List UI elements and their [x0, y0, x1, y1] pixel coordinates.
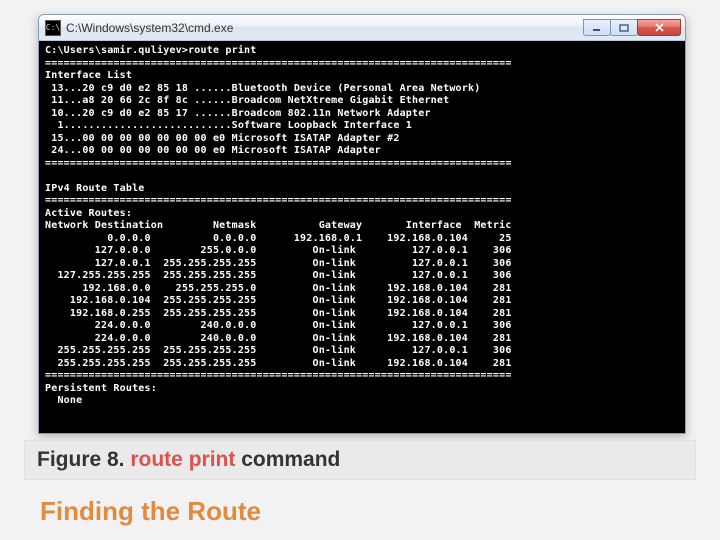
close-button[interactable] [637, 19, 681, 36]
figure-caption: Figure 8. route print command [37, 448, 340, 472]
window-controls [584, 19, 681, 36]
titlebar[interactable]: C:\ C:\Windows\system32\cmd.exe [39, 15, 685, 41]
cmd-app-icon: C:\ [45, 20, 61, 36]
slide-title: Finding the Route [40, 496, 261, 527]
cmd-window: C:\ C:\Windows\system32\cmd.exe C:\Users… [38, 14, 686, 434]
figure-caption-box: Figure 8. route print command [24, 440, 696, 480]
minimize-button[interactable] [583, 19, 611, 36]
caption-prefix: Figure 8. [37, 448, 130, 471]
terminal-output[interactable]: C:\Users\samir.quliyev>route print =====… [39, 41, 685, 433]
caption-suffix: command [235, 448, 340, 471]
window-title: C:\Windows\system32\cmd.exe [66, 21, 584, 35]
caption-highlight: route print [130, 448, 235, 471]
maximize-button[interactable] [610, 19, 638, 36]
